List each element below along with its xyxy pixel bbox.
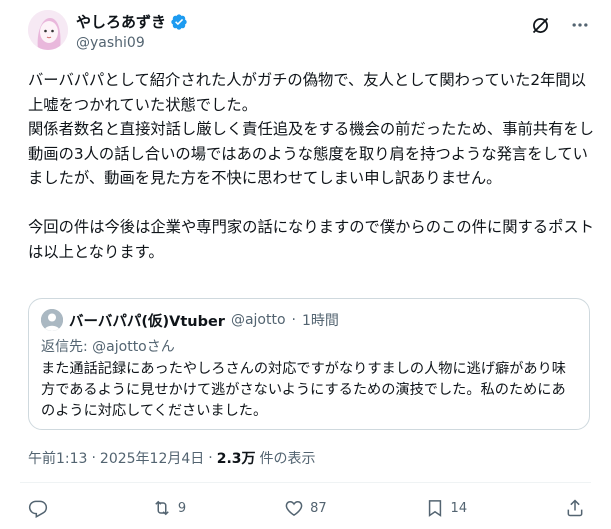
author-display-name[interactable]: やしろあずき	[76, 12, 166, 32]
post-metadata: 午前1:13 · 2025年12月4日 · 2.3万 件の表示	[28, 448, 316, 468]
post-time[interactable]: 午前1:13	[28, 448, 87, 468]
repost-button[interactable]: 9	[152, 498, 186, 518]
quoted-post[interactable]: バーバパパ(仮)Vtuber @ajotto · 1時間 返信先: @ajott…	[28, 298, 590, 430]
quote-timestamp[interactable]: 1時間	[302, 310, 339, 330]
author-avatar[interactable]	[28, 10, 68, 50]
avatar-image	[28, 10, 68, 50]
view-count[interactable]: 2.3万	[217, 448, 256, 468]
post-header: やしろあずき @yashi09	[28, 10, 591, 58]
meta-separator: ·	[208, 450, 213, 466]
repost-icon	[155, 500, 169, 516]
share-button[interactable]	[565, 498, 591, 518]
like-count: 87	[310, 500, 327, 516]
reply-button[interactable]	[28, 498, 54, 518]
repost-count: 9	[177, 500, 187, 516]
quote-body-text: また通話記録にあったやしろさんの対応ですがなりすましの人物に逃げ癖があり味方であ…	[41, 361, 566, 419]
grok-icon[interactable]	[529, 14, 551, 36]
reply-to-link[interactable]: @ajottoさん	[92, 339, 175, 355]
like-icon	[285, 500, 303, 516]
bookmark-button[interactable]: 14	[425, 498, 468, 518]
quote-author-handle[interactable]: @ajotto	[231, 312, 286, 328]
author-handle[interactable]: @yashi09	[76, 34, 145, 52]
verified-badge-icon[interactable]	[170, 13, 188, 31]
post-body-text: バーバパパとして紹介された人がガチの偽物で、友人として関わっていた2年間以上嘘を…	[28, 71, 594, 261]
quote-separator: ·	[291, 312, 296, 328]
bookmark-count: 14	[450, 500, 468, 516]
share-icon	[567, 499, 583, 517]
view-label: 件の表示	[259, 451, 316, 467]
default-avatar-icon	[41, 309, 63, 331]
reply-icon	[28, 500, 48, 518]
action-bar: 9 87 14	[28, 496, 591, 520]
reply-label: 返信先:	[41, 339, 93, 355]
quote-reply-context: 返信先: @ajottoさん	[41, 337, 577, 357]
quote-author-avatar[interactable]	[41, 309, 63, 331]
more-icon[interactable]	[569, 14, 591, 36]
post-date[interactable]: 2025年12月4日	[100, 448, 204, 468]
like-button[interactable]: 87	[284, 498, 327, 518]
bookmark-icon	[428, 500, 441, 517]
divider	[20, 482, 591, 483]
meta-separator: ·	[91, 450, 96, 466]
quote-author-name[interactable]: バーバパパ(仮)Vtuber	[69, 310, 225, 331]
